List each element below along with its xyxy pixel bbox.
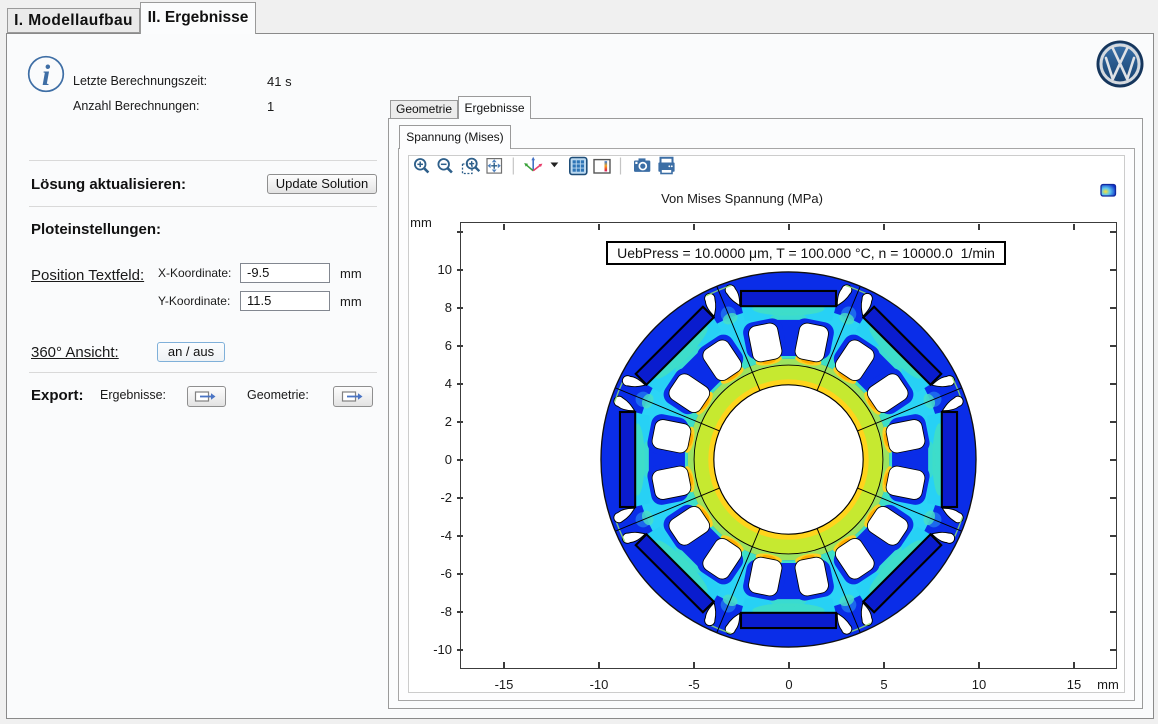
svg-text:i: i [42, 59, 51, 92]
